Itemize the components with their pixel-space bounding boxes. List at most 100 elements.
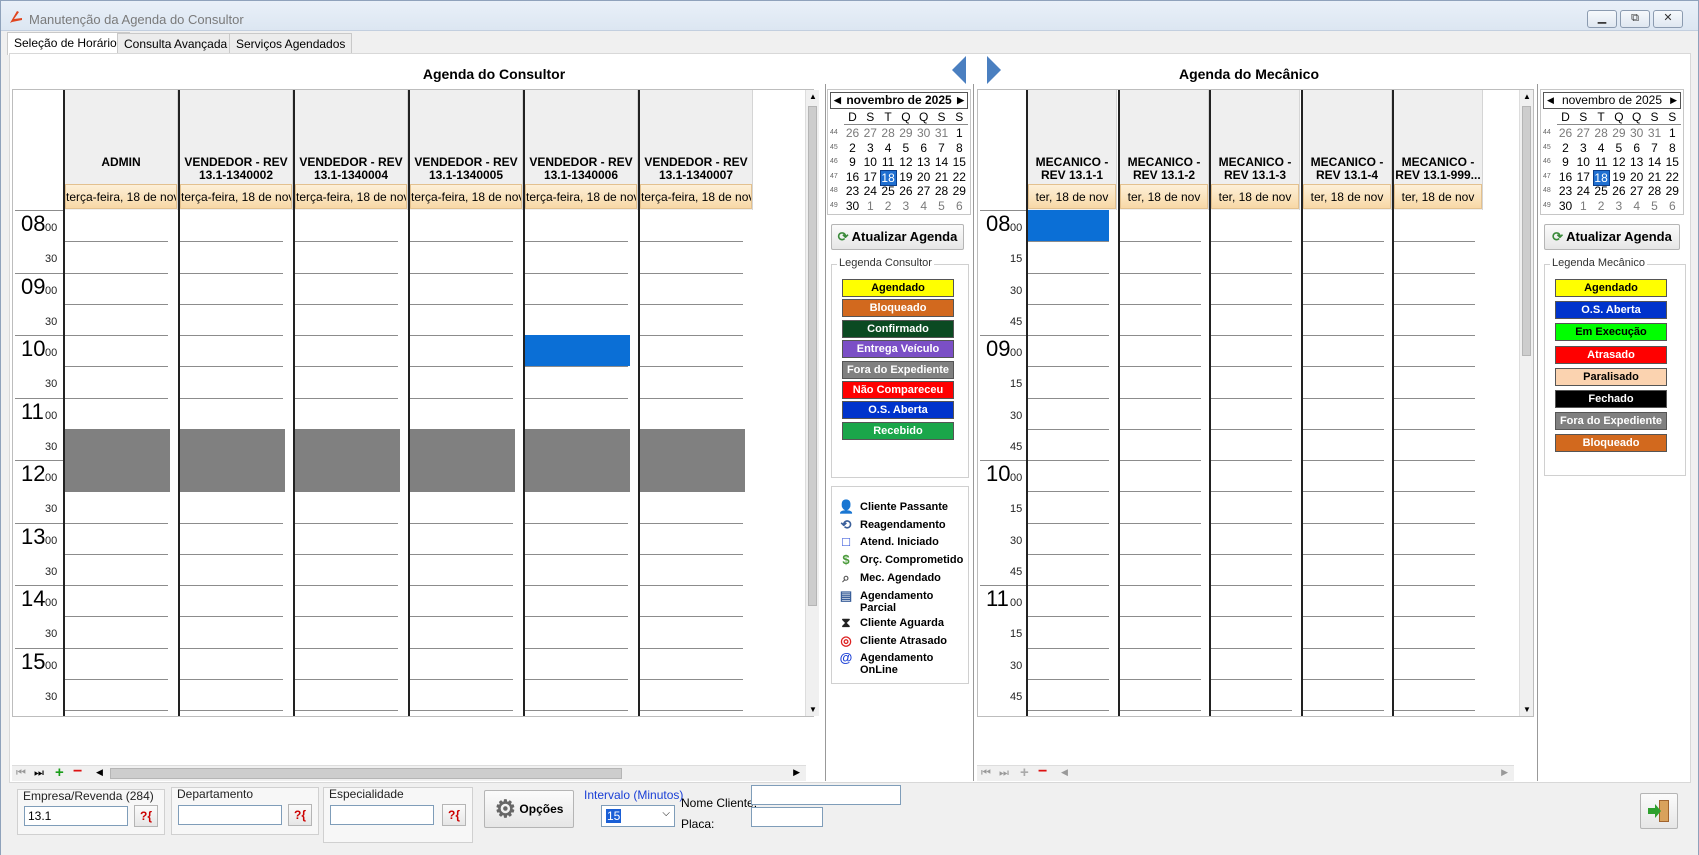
calendar-day[interactable]: 26 [844,126,861,140]
calendar-day[interactable]: 29 [951,184,968,198]
nome-cliente-input[interactable] [751,785,901,805]
remove-icon[interactable]: − [73,763,82,781]
opcoes-button[interactable]: ⚙ Opções [484,790,574,828]
calendar-day[interactable]: 17 [862,170,879,184]
scroll-thumb[interactable] [808,106,817,606]
calendar-day[interactable]: 20 [1628,170,1645,184]
calendar-day[interactable]: 5 [897,141,914,155]
calendar-day[interactable]: 4 [915,199,932,213]
scroll-thumb[interactable] [1522,106,1531,356]
calendar-day[interactable]: 30 [1628,126,1645,140]
calendar-day[interactable]: 2 [844,141,861,155]
calendar-day[interactable]: 30 [915,126,932,140]
calendar-day[interactable]: 14 [933,155,950,169]
calendar-day[interactable]: 13 [1628,155,1645,169]
blocked-slot[interactable] [525,429,630,492]
first-record-icon[interactable]: ⏮ [16,767,26,780]
calendar-day[interactable]: 27 [915,184,932,198]
calendar-day[interactable]: 2 [1557,141,1574,155]
calendar-day[interactable]: 28 [1646,184,1663,198]
calendar-day[interactable]: 3 [862,141,879,155]
calendar-day[interactable]: 26 [897,184,914,198]
calendar-day[interactable]: 14 [1646,155,1663,169]
mecanico-calendar[interactable]: ◀ novembro de 2025 ▶ D S T Q Q S S 44 26 27 28 29 30 31 1… [1540,89,1684,215]
calendar-day[interactable]: 2 [1593,199,1610,213]
calendar-day[interactable]: 10 [862,155,879,169]
calendar-day[interactable]: 8 [1664,141,1681,155]
calendar-day[interactable]: 5 [1610,141,1627,155]
prev-month-icon[interactable]: ◀ [834,93,841,108]
placa-input[interactable] [751,807,823,827]
calendar-day[interactable]: 7 [933,141,950,155]
exit-button[interactable] [1640,793,1678,829]
calendar-day[interactable]: 26 [1610,184,1627,198]
calendar-day[interactable]: 3 [1610,199,1627,213]
calendar-day[interactable]: 22 [1664,170,1681,184]
next-month-icon[interactable]: ▶ [957,93,964,108]
calendar-day[interactable]: 4 [1593,141,1610,155]
next-arrow-icon[interactable] [987,56,1001,84]
calendar-day[interactable]: 8 [951,141,968,155]
calendar-day[interactable]: 4 [1628,199,1645,213]
especialidade-input[interactable] [330,805,434,825]
calendar-day[interactable]: 5 [1646,199,1663,213]
scroll-right-icon[interactable]: ▶ [793,767,800,778]
blocked-slot[interactable] [295,429,400,492]
calendar-day[interactable]: 9 [844,155,861,169]
remove-icon[interactable]: − [1038,763,1047,781]
last-record-icon[interactable]: ⏭ [999,767,1009,780]
calendar-day[interactable]: 31 [1646,126,1663,140]
calendar-day[interactable]: 6 [1628,141,1645,155]
minimize-button[interactable]: ▁ [1587,10,1617,28]
calendar-day[interactable]: 23 [1557,184,1574,198]
mecanico-vscroll[interactable]: ▲ ▼ [1519,90,1533,716]
blocked-slot[interactable] [65,429,170,492]
calendar-day[interactable]: 3 [1575,141,1592,155]
calendar-day[interactable]: 12 [1610,155,1627,169]
calendar-day[interactable]: 9 [1557,155,1574,169]
calendar-day[interactable]: 12 [897,155,914,169]
calendar-day[interactable]: 3 [897,199,914,213]
calendar-day[interactable]: 27 [862,126,879,140]
add-icon[interactable]: + [55,764,64,781]
intervalo-select[interactable]: 15 ⌵ [601,805,675,827]
calendar-day[interactable]: 7 [1646,141,1663,155]
calendar-day[interactable]: 22 [951,170,968,184]
calendar-day[interactable]: 10 [1575,155,1592,169]
tab-selecao-horarios[interactable]: Seleção de Horários [7,32,130,55]
scheduled-slot[interactable] [1028,210,1109,241]
calendar-day[interactable]: 25 [880,184,897,198]
calendar-day[interactable]: 11 [1593,155,1610,169]
consultor-vscroll[interactable]: ▲ ▼ [805,90,819,716]
calendar-day[interactable]: 2 [880,199,897,213]
calendar-day[interactable]: 23 [844,184,861,198]
calendar-day[interactable]: 21 [1646,170,1663,184]
blocked-slot[interactable] [180,429,285,492]
calendar-day[interactable]: 30 [1557,199,1574,213]
calendar-day[interactable]: 24 [862,184,879,198]
calendar-day[interactable]: 29 [1610,126,1627,140]
mecanico-hscroll[interactable]: ⏮ ⏭ + − ◀ ▶ [977,763,1514,781]
consultor-hscroll[interactable]: ⏮ ⏭ + − ◀ ▶ [12,763,806,781]
calendar-day[interactable]: 27 [1575,126,1592,140]
calendar-day[interactable]: 24 [1575,184,1592,198]
especialidade-lookup-button[interactable]: ?{ [442,804,466,826]
calendar-day[interactable]: 5 [933,199,950,213]
calendar-day[interactable]: 25 [1593,184,1610,198]
scroll-down-icon[interactable]: ▼ [809,705,817,714]
consultor-refresh-button[interactable]: ⟳ Atualizar Agenda [831,224,964,250]
calendar-day[interactable]: 6 [1664,199,1681,213]
last-record-icon[interactable]: ⏭ [34,767,44,780]
calendar-day[interactable]: 4 [880,141,897,155]
scroll-up-icon[interactable]: ▲ [1523,92,1531,101]
calendar-day[interactable]: 19 [897,170,914,184]
calendar-day[interactable]: 21 [933,170,950,184]
empresa-input[interactable] [24,806,128,826]
scroll-down-icon[interactable]: ▼ [1523,705,1531,714]
mecanico-refresh-button[interactable]: ⟳ Atualizar Agenda [1544,224,1680,250]
consultor-calendar[interactable]: ◀ novembro de 2025 ▶ D S T Q Q S S 44 26 27 28 29 30 31 1… [827,89,971,215]
calendar-day[interactable]: 16 [844,170,861,184]
calendar-day[interactable]: 29 [897,126,914,140]
calendar-day[interactable]: 1 [862,199,879,213]
scheduled-slot[interactable] [525,335,630,366]
